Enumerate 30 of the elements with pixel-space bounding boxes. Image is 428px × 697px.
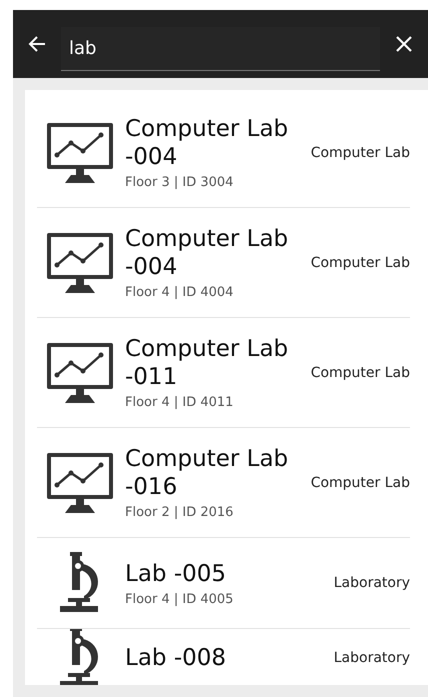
result-item[interactable]: Lab -008 Laboratory <box>37 629 410 685</box>
result-location: Floor 4 | ID 4011 <box>125 395 234 410</box>
result-location: Floor 3 | ID 3004 <box>125 175 234 190</box>
result-category: Computer Lab <box>310 144 410 160</box>
result-category: Laboratory <box>334 575 410 591</box>
close-icon <box>395 35 413 53</box>
search-field[interactable]: lab <box>61 27 380 71</box>
result-category: Computer Lab <box>310 254 410 270</box>
monitor-chart-icon <box>45 450 115 514</box>
back-arrow-icon <box>27 34 47 54</box>
result-category: Computer Lab <box>310 474 410 490</box>
result-location: Floor 2 | ID 2016 <box>125 505 234 520</box>
result-location: Floor 4 | ID 4004 <box>125 285 234 300</box>
result-title: Lab -005 <box>125 560 228 588</box>
result-title: Computer Lab -016 <box>125 445 290 501</box>
result-title: Lab -008 <box>125 644 228 672</box>
result-item[interactable]: Computer Lab -004 Floor 3 | ID 3004 Computer Lab <box>37 98 410 208</box>
result-title: Computer Lab -004 <box>125 225 290 281</box>
result-category: Laboratory <box>334 650 410 666</box>
result-item[interactable]: Computer Lab -011 Floor 4 | ID 4011 Computer Lab <box>37 318 410 428</box>
result-title: Computer Lab -011 <box>125 335 290 391</box>
result-item[interactable]: Computer Lab -016 Floor 2 | ID 2016 Computer Lab <box>37 428 410 538</box>
monitor-chart-icon <box>45 340 115 404</box>
result-category: Computer Lab <box>310 364 410 380</box>
monitor-chart-icon <box>45 230 115 294</box>
monitor-chart-icon <box>45 120 115 184</box>
result-title: Computer Lab -004 <box>125 115 290 171</box>
result-item[interactable]: Lab -005 Floor 4 | ID 4005 Laboratory <box>37 538 410 629</box>
result-item[interactable]: Computer Lab -004 Floor 4 | ID 4004 Computer Lab <box>37 208 410 318</box>
result-location: Floor 4 | ID 4005 <box>125 592 234 606</box>
